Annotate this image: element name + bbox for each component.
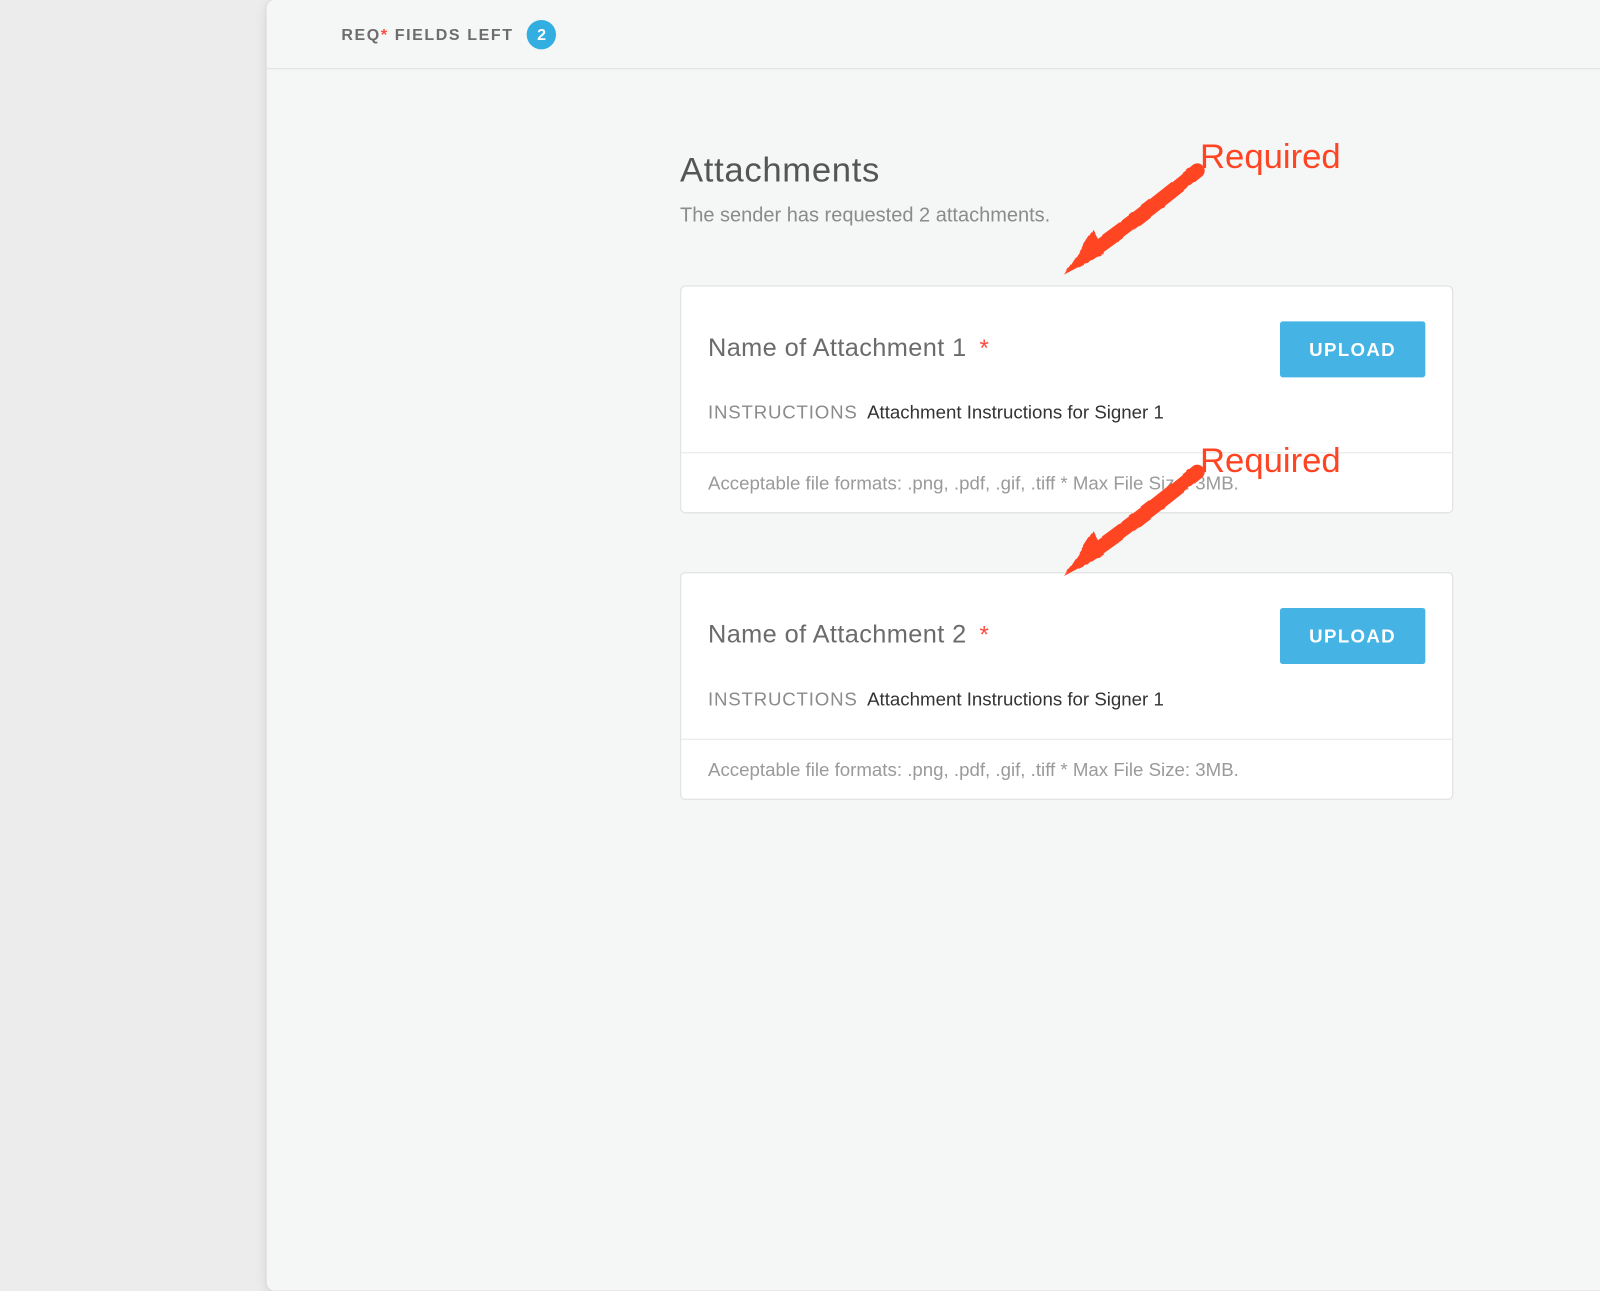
attachment-title: Name of Attachment 2 * <box>708 621 989 650</box>
attachment-card-header: Name of Attachment 1 * UPLOAD <box>681 287 1452 391</box>
content: Attachments The sender has requested 2 a… <box>267 69 1600 1290</box>
attachment-footer: Acceptable file formats: .png, .pdf, .gi… <box>681 452 1452 512</box>
req-suffix: FIELDS LEFT <box>389 25 514 44</box>
upload-button[interactable]: UPLOAD <box>1280 608 1426 664</box>
upload-button[interactable]: UPLOAD <box>1280 321 1426 377</box>
attachment-card-header: Name of Attachment 2 * UPLOAD <box>681 573 1452 677</box>
page-subtitle: The sender has requested 2 attachments. <box>680 204 1453 227</box>
attachments-section: Attachments The sender has requested 2 a… <box>680 149 1453 800</box>
attachment-instructions: INSTRUCTIONS Attachment Instructions for… <box>681 391 1452 452</box>
instructions-text: Attachment Instructions for Signer 1 <box>867 401 1164 422</box>
attachment-title: Name of Attachment 1 * <box>708 335 989 364</box>
attachment-title-text: Name of Attachment 2 <box>708 621 967 649</box>
attachment-card: Name of Attachment 2 * UPLOAD INSTRUCTIO… <box>680 572 1453 800</box>
instructions-text: Attachment Instructions for Signer 1 <box>867 688 1164 709</box>
page-title: Attachments <box>680 149 1453 190</box>
instructions-label: INSTRUCTIONS <box>708 401 858 422</box>
required-count-badge: 2 <box>527 19 556 48</box>
required-asterisk-icon: * <box>979 335 989 362</box>
topbar: REQ* FIELDS LEFT 2 <box>267 0 1600 69</box>
req-prefix: REQ <box>341 25 380 44</box>
attachment-instructions: INSTRUCTIONS Attachment Instructions for… <box>681 677 1452 738</box>
window: REQ* FIELDS LEFT 2 Attachments The sende… <box>267 0 1600 1291</box>
attachment-card: Name of Attachment 1 * UPLOAD INSTRUCTIO… <box>680 285 1453 513</box>
attachment-title-text: Name of Attachment 1 <box>708 335 967 363</box>
instructions-label: INSTRUCTIONS <box>708 688 858 709</box>
required-fields-label: REQ* FIELDS LEFT <box>341 25 513 44</box>
required-asterisk-icon: * <box>979 621 989 648</box>
attachment-footer: Acceptable file formats: .png, .pdf, .gi… <box>681 739 1452 799</box>
